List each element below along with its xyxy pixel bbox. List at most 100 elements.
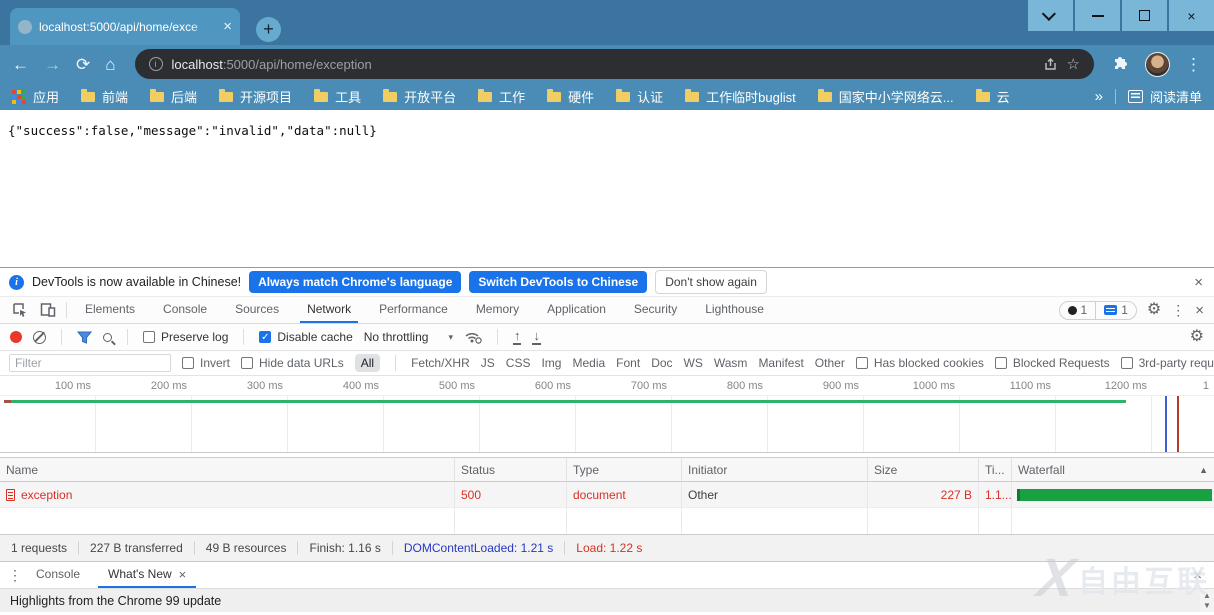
- filter-input[interactable]: [9, 354, 171, 372]
- browser-menu-kebab-icon[interactable]: ⋮: [1185, 56, 1202, 73]
- tab-application[interactable]: Application: [540, 297, 613, 323]
- record-button[interactable]: [10, 331, 22, 343]
- forward-icon[interactable]: →: [44, 56, 61, 73]
- has-blocked-cookies-checkbox[interactable]: Has blocked cookies: [856, 356, 984, 370]
- issues-badge[interactable]: 1: [1095, 302, 1136, 319]
- column-header-initiator[interactable]: Initiator: [682, 458, 868, 481]
- column-header-type[interactable]: Type: [567, 458, 682, 481]
- drawer-close-icon[interactable]: ×: [1193, 568, 1202, 583]
- bookmark-folder-hardware[interactable]: 硬件: [547, 87, 594, 106]
- bookmark-star-icon[interactable]: ☆: [1067, 57, 1080, 72]
- scroll-down-icon[interactable]: ▼: [1203, 601, 1211, 610]
- tab-performance[interactable]: Performance: [372, 297, 455, 323]
- column-header-waterfall[interactable]: Waterfall▲: [1012, 458, 1214, 481]
- network-settings-gear-icon[interactable]: ⚙: [1190, 329, 1204, 345]
- devtools-close-icon[interactable]: ×: [1195, 303, 1204, 318]
- tab-elements[interactable]: Elements: [78, 297, 142, 323]
- device-toolbar-icon[interactable]: [40, 302, 56, 318]
- new-tab-button[interactable]: +: [256, 17, 281, 42]
- reading-list-button[interactable]: 阅读清单: [1128, 87, 1202, 106]
- devtools-settings-gear-icon[interactable]: ⚙: [1147, 302, 1161, 318]
- browser-tab[interactable]: localhost:5000/api/home/exce ×: [10, 8, 240, 45]
- back-icon[interactable]: ←: [12, 56, 29, 73]
- request-initiator-cell[interactable]: Other: [682, 482, 868, 507]
- bookmark-folder-platform[interactable]: 开放平台: [383, 87, 456, 106]
- avatar[interactable]: [1145, 52, 1170, 77]
- throttling-select[interactable]: No throttling▾: [364, 330, 453, 344]
- filter-type-ws[interactable]: WS: [684, 356, 703, 370]
- bookmark-folder-backend[interactable]: 后端: [150, 87, 197, 106]
- scroll-up-icon[interactable]: ▲: [1203, 591, 1211, 600]
- request-name-cell[interactable]: exception: [0, 482, 455, 507]
- match-language-button[interactable]: Always match Chrome's language: [249, 271, 461, 293]
- request-row-exception[interactable]: exception 500 document Other 227 B 1.1..…: [0, 482, 1214, 508]
- import-har-icon[interactable]: ↑: [513, 329, 522, 345]
- blocked-requests-checkbox[interactable]: Blocked Requests: [995, 356, 1110, 370]
- column-header-name[interactable]: Name: [0, 458, 455, 481]
- network-overview-band[interactable]: [0, 396, 1214, 453]
- hide-data-urls-checkbox[interactable]: Hide data URLs: [241, 356, 344, 370]
- filter-type-css[interactable]: CSS: [506, 356, 531, 370]
- extensions-puzzle-icon[interactable]: [1113, 56, 1130, 73]
- drawer-tab-console[interactable]: Console: [26, 562, 90, 588]
- reload-icon[interactable]: ⟳: [76, 56, 90, 73]
- export-har-icon[interactable]: ↓: [532, 329, 541, 345]
- tab-memory[interactable]: Memory: [469, 297, 526, 323]
- whats-new-close-icon[interactable]: ×: [179, 568, 187, 581]
- column-header-size[interactable]: Size: [868, 458, 979, 481]
- bookmark-folder-opensource[interactable]: 开源项目: [219, 87, 292, 106]
- tab-sources[interactable]: Sources: [228, 297, 286, 323]
- dont-show-again-button[interactable]: Don't show again: [655, 270, 767, 294]
- bookmark-folder-frontend[interactable]: 前端: [81, 87, 128, 106]
- infobar-close-icon[interactable]: ×: [1194, 275, 1203, 290]
- window-menu-button[interactable]: [1028, 0, 1073, 31]
- switch-to-chinese-button[interactable]: Switch DevTools to Chinese: [469, 271, 647, 293]
- filter-type-all[interactable]: All: [355, 354, 380, 372]
- drawer-menu-kebab-icon[interactable]: ⋮: [8, 568, 22, 582]
- third-party-requests-checkbox[interactable]: 3rd-party requests: [1121, 356, 1214, 370]
- bookmark-folder-school-cloud[interactable]: 国家中小学网络云...: [818, 87, 954, 106]
- issues-badges[interactable]: 1 1: [1059, 301, 1137, 320]
- bookmark-folder-auth[interactable]: 认证: [616, 87, 663, 106]
- tab-network[interactable]: Network: [300, 297, 358, 323]
- tab-console[interactable]: Console: [156, 297, 214, 323]
- filter-funnel-icon[interactable]: [77, 331, 92, 344]
- filter-type-media[interactable]: Media: [572, 356, 605, 370]
- bookmark-folder-tools[interactable]: 工具: [314, 87, 361, 106]
- bookmarks-overflow-icon[interactable]: »: [1095, 88, 1103, 105]
- filter-type-font[interactable]: Font: [616, 356, 640, 370]
- invert-checkbox[interactable]: Invert: [182, 356, 230, 370]
- tab-security[interactable]: Security: [627, 297, 684, 323]
- filter-type-img[interactable]: Img: [541, 356, 561, 370]
- bookmark-folder-cloud[interactable]: 云: [976, 87, 1010, 106]
- filter-type-manifest[interactable]: Manifest: [758, 356, 803, 370]
- column-header-status[interactable]: Status: [455, 458, 567, 481]
- minimize-button[interactable]: [1075, 0, 1120, 31]
- clear-icon[interactable]: [33, 331, 46, 344]
- error-badge[interactable]: 1: [1060, 302, 1096, 319]
- scrollbar[interactable]: ▲ ▼: [1200, 589, 1214, 612]
- column-header-time[interactable]: Ti...: [979, 458, 1012, 481]
- inspect-element-icon[interactable]: [12, 302, 28, 318]
- page-info-icon[interactable]: i: [149, 57, 163, 71]
- search-icon[interactable]: [103, 333, 112, 342]
- filter-type-js[interactable]: JS: [481, 356, 495, 370]
- filter-type-doc[interactable]: Doc: [651, 356, 672, 370]
- bookmark-folder-work[interactable]: 工作: [478, 87, 525, 106]
- share-icon[interactable]: [1043, 57, 1058, 72]
- filter-type-other[interactable]: Other: [815, 356, 845, 370]
- bookmark-folder-buglist[interactable]: 工作临时buglist: [685, 87, 796, 106]
- omnibox[interactable]: i localhost:5000/api/home/exception ☆: [135, 49, 1094, 79]
- filter-type-xhr[interactable]: Fetch/XHR: [411, 356, 470, 370]
- tab-lighthouse[interactable]: Lighthouse: [698, 297, 771, 323]
- home-icon[interactable]: ⌂: [105, 56, 115, 73]
- disable-cache-checkbox[interactable]: ✓Disable cache: [259, 330, 352, 344]
- preserve-log-checkbox[interactable]: Preserve log: [143, 330, 228, 344]
- maximize-button[interactable]: [1122, 0, 1167, 31]
- network-conditions-icon[interactable]: [464, 330, 482, 344]
- tab-close-icon[interactable]: ×: [223, 19, 232, 34]
- bookmark-apps[interactable]: 应用: [12, 87, 59, 106]
- devtools-menu-kebab-icon[interactable]: ⋮: [1171, 303, 1185, 317]
- filter-type-wasm[interactable]: Wasm: [714, 356, 748, 370]
- close-button[interactable]: ×: [1169, 0, 1214, 31]
